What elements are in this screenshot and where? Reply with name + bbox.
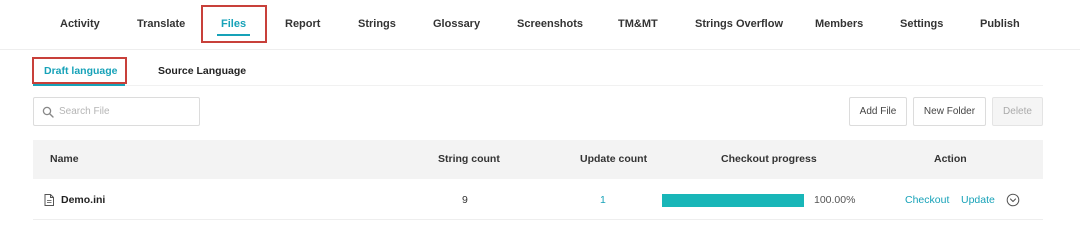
column-header-string-count: String count (438, 153, 500, 165)
subtab-active-indicator (33, 84, 125, 86)
file-icon (44, 194, 54, 206)
checkout-progress-text: 100.00% (814, 194, 856, 206)
column-header-action: Action (934, 153, 967, 165)
tab-tm-mt[interactable]: TM&MT (618, 18, 658, 30)
tab-settings[interactable]: Settings (900, 18, 943, 30)
subtab-divider (33, 85, 1043, 86)
add-file-button[interactable]: Add File (849, 97, 907, 126)
new-folder-button[interactable]: New Folder (913, 97, 986, 126)
column-header-checkout-progress: Checkout progress (721, 153, 817, 165)
checkout-link[interactable]: Checkout (905, 194, 949, 206)
table-header (33, 140, 1043, 179)
file-name[interactable]: Demo.ini (61, 194, 105, 206)
chevron-down-circle-icon[interactable] (1006, 193, 1020, 207)
string-count-value: 9 (462, 194, 468, 206)
search-input[interactable] (59, 106, 189, 117)
top-tab-bar: Activity Translate Files Report Strings … (0, 0, 1080, 50)
update-link[interactable]: Update (961, 194, 995, 206)
subtab-draft-language[interactable]: Draft language (44, 65, 118, 77)
delete-button[interactable]: Delete (992, 97, 1043, 126)
tab-activity[interactable]: Activity (60, 18, 100, 30)
search-icon (42, 106, 54, 118)
column-header-update-count: Update count (580, 153, 648, 165)
tab-publish[interactable]: Publish (980, 18, 1020, 30)
column-header-name: Name (50, 153, 79, 165)
subtab-source-language[interactable]: Source Language (158, 65, 246, 77)
files-page: Activity Translate Files Report Strings … (0, 0, 1080, 246)
search-file-field[interactable] (33, 97, 200, 126)
tab-members[interactable]: Members (815, 18, 863, 30)
tab-strings[interactable]: Strings (358, 18, 396, 30)
tab-files[interactable]: Files (216, 18, 251, 36)
tab-glossary[interactable]: Glossary (433, 18, 480, 30)
tab-translate[interactable]: Translate (137, 18, 185, 30)
checkout-progress-fill (662, 194, 804, 207)
tab-report[interactable]: Report (285, 18, 320, 30)
tab-strings-overflow[interactable]: Strings Overflow (695, 18, 783, 30)
checkout-progress-bar (662, 194, 804, 207)
update-count-value[interactable]: 1 (600, 194, 606, 206)
tab-screenshots[interactable]: Screenshots (517, 18, 583, 30)
table-row (33, 180, 1043, 220)
